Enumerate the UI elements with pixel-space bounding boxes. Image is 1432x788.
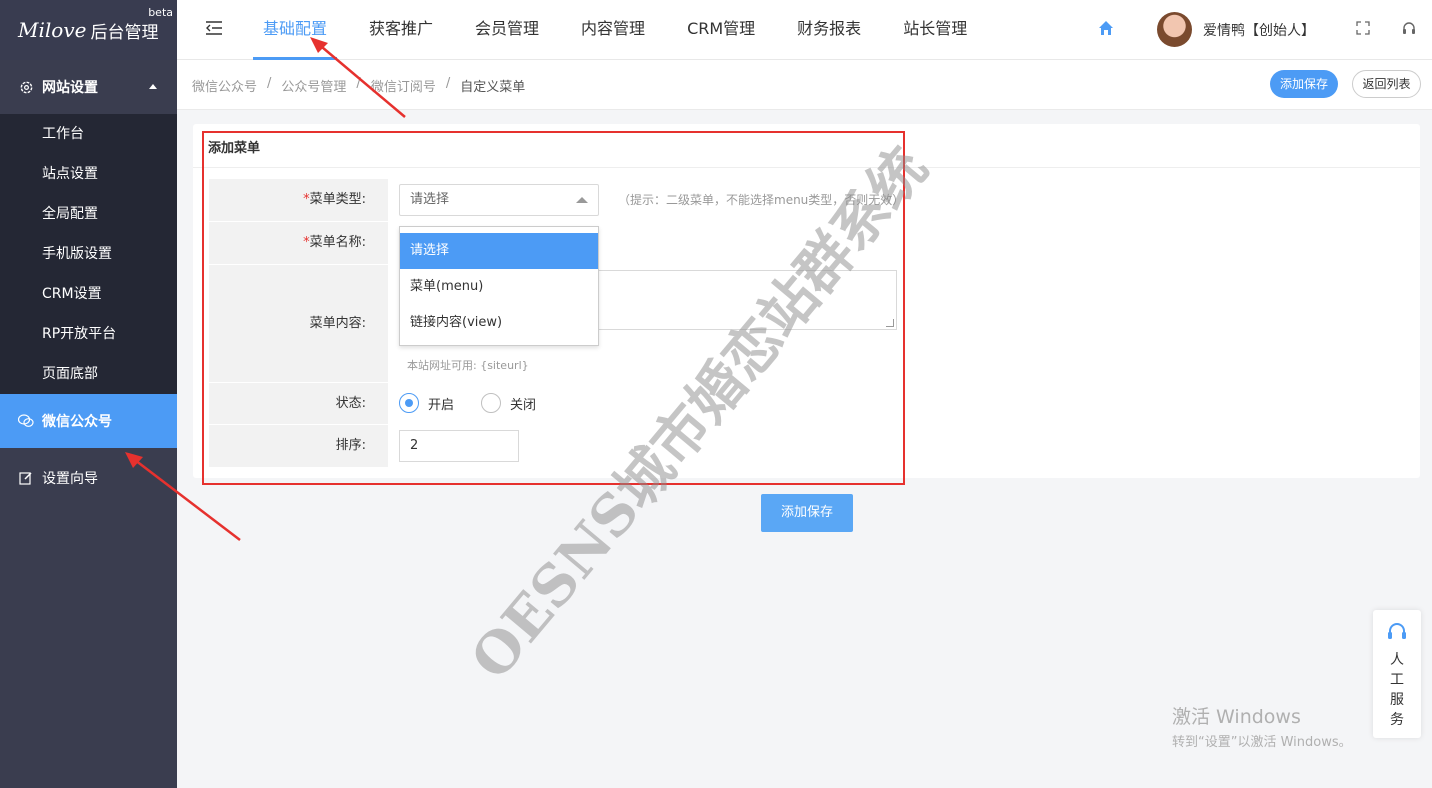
radio-checked-icon (399, 393, 419, 413)
user-name[interactable]: 爱情鸭【创始人】 (1203, 20, 1315, 40)
menu-type-select[interactable]: 请选择 (399, 184, 599, 216)
resize-grip-icon[interactable] (886, 319, 894, 327)
breadcrumb-item[interactable]: 微信订阅号 (371, 76, 436, 95)
menu-name-label: *菜单名称: (209, 222, 388, 264)
beta-badge: beta (148, 6, 173, 19)
edit-icon (18, 470, 34, 486)
gear-icon (18, 79, 34, 95)
sidebar-item-rp-platform[interactable]: RP开放平台 (0, 314, 177, 354)
top-nav: 基础配置 获客推广 会员管理 内容管理 CRM管理 财务报表 站长管理 爱情鸭【… (177, 0, 1432, 60)
sidebar-item-wechat[interactable]: 微信公众号 (0, 394, 177, 448)
caret-up-icon (149, 84, 157, 89)
status-radio-on[interactable]: 开启 (399, 393, 454, 413)
logo[interactable]: Milove 后台管理 beta (0, 0, 177, 60)
tab-customer-acquisition[interactable]: 获客推广 (359, 0, 443, 60)
select-value: 请选择 (410, 192, 450, 207)
tab-member-management[interactable]: 会员管理 (465, 0, 549, 60)
menu-type-label: *菜单类型: (209, 179, 388, 221)
logo-script: Milove (18, 18, 87, 42)
headset-icon (1388, 623, 1406, 639)
menu-content-label: 菜单内容: (209, 265, 388, 382)
tab-finance-reports[interactable]: 财务报表 (787, 0, 871, 60)
home-icon[interactable] (1097, 19, 1115, 41)
breadcrumb-current: 自定义菜单 (460, 80, 526, 95)
sidebar-item-page-footer[interactable]: 页面底部 (0, 354, 177, 394)
wechat-icon (18, 413, 34, 429)
back-to-list-button[interactable]: 返回列表 (1352, 70, 1421, 98)
divider (193, 167, 1420, 168)
sidebar-item-dashboard[interactable]: 工作台 (0, 114, 177, 154)
status-radio-off[interactable]: 关闭 (481, 393, 536, 413)
customer-service-widget[interactable]: 人工服务 (1373, 610, 1421, 738)
sidebar-item-global-config[interactable]: 全局配置 (0, 194, 177, 234)
sidebar-submenu: 工作台 站点设置 全局配置 手机版设置 CRM设置 RP开放平台 页面底部 (0, 114, 177, 394)
dropdown-option-menu[interactable]: 菜单(menu) (400, 269, 598, 305)
fullscreen-icon[interactable] (1355, 20, 1371, 40)
tab-crm-management[interactable]: CRM管理 (677, 0, 765, 60)
save-button[interactable]: 添加保存 (761, 494, 853, 532)
menu-type-hint: （提示：二级菜单，不能选择menu类型，否则无效） (618, 193, 905, 207)
tab-webmaster[interactable]: 站长管理 (893, 0, 977, 60)
windows-activation: 激活 Windows 转到“设置”以激活 Windows。 (1172, 702, 1352, 750)
headset-icon[interactable] (1401, 20, 1417, 40)
save-button-top[interactable]: 添加保存 (1270, 70, 1338, 98)
sort-label: 排序: (209, 425, 388, 467)
tab-basic-config[interactable]: 基础配置 (253, 0, 338, 60)
breadcrumb-item[interactable]: 微信公众号 (192, 76, 257, 95)
breadcrumb-bar: 微信公众号 / 公众号管理 / 微信订阅号 / 自定义菜单 添加保存 返回列表 (177, 60, 1432, 110)
content-hint: 本站网址可用: {siteurl} (407, 359, 529, 372)
sidebar-item-setup-wizard[interactable]: 设置向导 (0, 448, 177, 508)
menu-type-dropdown: 请选择 菜单(menu) 链接内容(view) (399, 226, 599, 346)
logo-text: 后台管理 (90, 22, 159, 43)
tab-content-management[interactable]: 内容管理 (571, 0, 655, 60)
dropdown-option-view[interactable]: 链接内容(view) (400, 305, 598, 341)
avatar[interactable] (1157, 12, 1192, 47)
windows-activation-sub: 转到“设置”以激活 Windows。 (1172, 735, 1352, 750)
dropdown-option-placeholder[interactable]: 请选择 (400, 233, 598, 269)
breadcrumb: 微信公众号 / 公众号管理 / 微信订阅号 / 自定义菜单 (192, 76, 526, 95)
breadcrumb-item[interactable]: 公众号管理 (281, 76, 346, 95)
sort-input[interactable]: 2 (399, 430, 519, 462)
sidebar-item-mobile-settings[interactable]: 手机版设置 (0, 234, 177, 274)
sidebar-item-site-settings[interactable]: 站点设置 (0, 154, 177, 194)
sidebar-item-label: 设置向导 (42, 471, 98, 487)
service-label: 人工服务 (1390, 652, 1404, 728)
sidebar-item-crm-settings[interactable]: CRM设置 (0, 274, 177, 314)
sidebar-item-label: 微信公众号 (42, 414, 112, 430)
menu-toggle-icon[interactable] (205, 20, 223, 40)
sidebar-group-label: 网站设置 (42, 80, 98, 96)
sidebar: Milove 后台管理 beta 网站设置 工作台 站点设置 全局配置 手机版设… (0, 0, 177, 788)
caret-up-icon (576, 197, 588, 203)
sidebar-group-website-settings[interactable]: 网站设置 (0, 60, 177, 114)
status-label: 状态: (209, 383, 388, 424)
windows-activation-title: 激活 Windows (1172, 706, 1301, 728)
radio-unchecked-icon (481, 393, 501, 413)
card-title: 添加菜单 (208, 141, 261, 156)
